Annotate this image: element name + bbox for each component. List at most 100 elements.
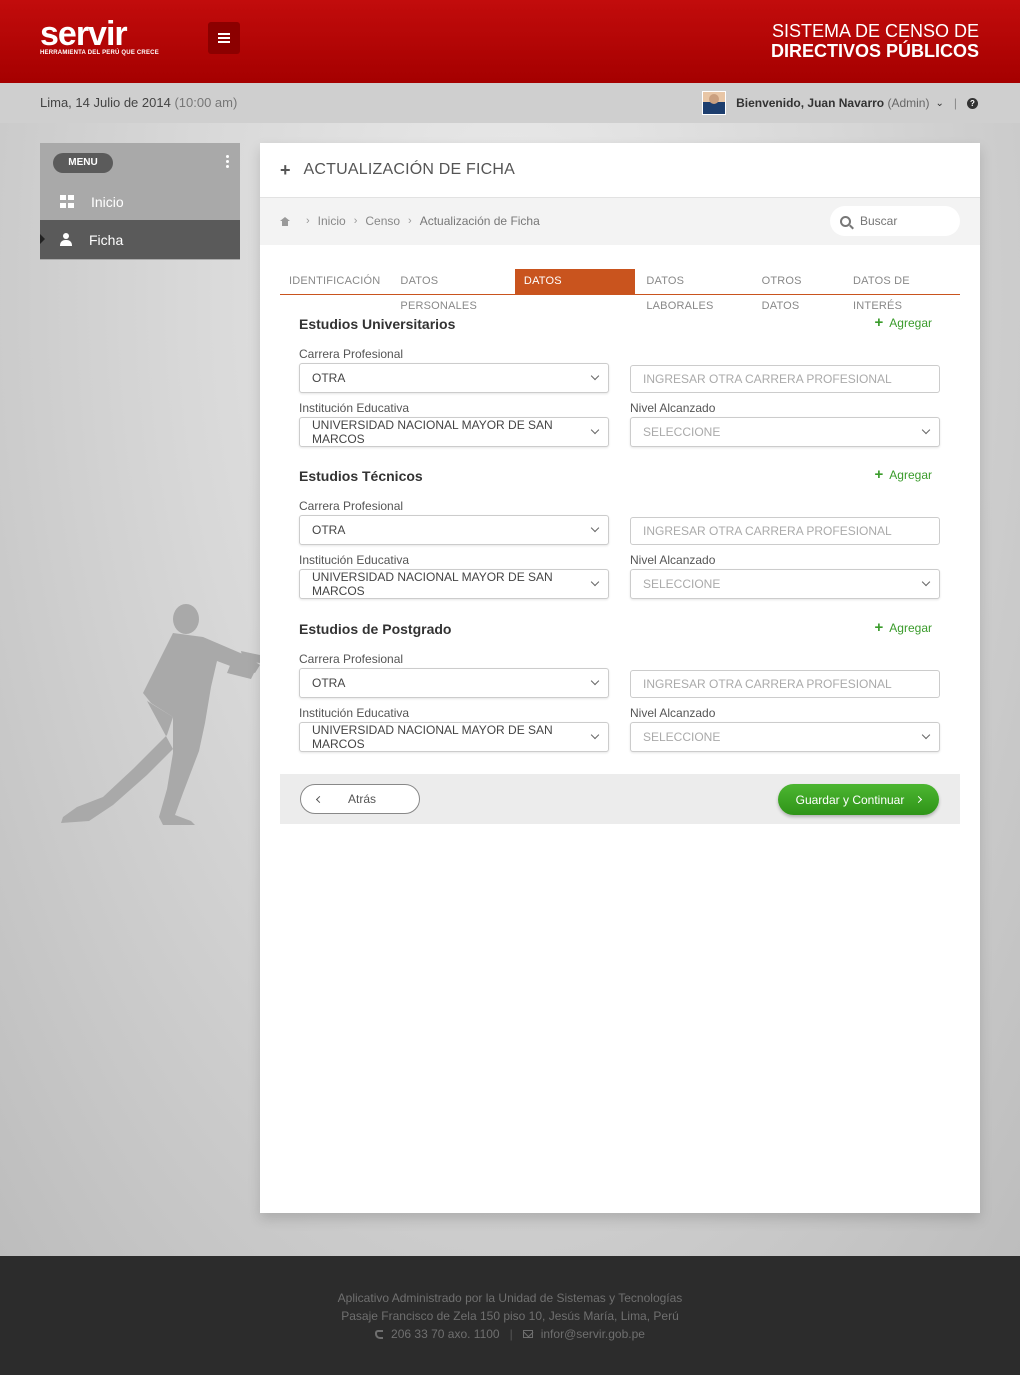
institucion-select[interactable]: UNIVERSIDAD NACIONAL MAYOR DE SAN MARCOS [299, 569, 609, 599]
back-button[interactable]: Atrás [300, 784, 420, 814]
breadcrumb-inicio[interactable]: Inicio [318, 214, 346, 228]
info-bar: Lima, 14 Julio de 2014 (10:00 am) Bienve… [0, 83, 1020, 123]
footer-separator: | [509, 1327, 513, 1341]
institucion-label: Institución Educativa [299, 706, 410, 720]
carrera-label: Carrera Profesional [299, 347, 404, 361]
chevron-down-icon [921, 577, 931, 587]
section-estudios-universitarios: Estudios Universitarios + Agregar Carrera… [299, 315, 940, 456]
select-value: OTRA [312, 523, 346, 537]
nivel-label: Nivel Alcanzado [630, 706, 716, 720]
breadcrumb: › Inicio › Censo › Actualización de Fich… [280, 214, 540, 228]
tab-bar: IDENTIFICACIÓN DATOS PERSONALES DATOS AC… [280, 269, 960, 312]
panel-header: + ACTUALIZACIÓN DE FICHA [260, 143, 980, 198]
sidebar-item-label: Inicio [91, 193, 124, 210]
institucion-select[interactable]: UNIVERSIDAD NACIONAL MAYOR DE SAN MARCOS [299, 722, 609, 752]
tab-datos-de-interes[interactable]: DATOS DE INTERÉS [844, 269, 958, 312]
breadcrumb-separator-icon: › [408, 215, 412, 227]
date-display: Lima, 14 Julio de 2014 (10:00 am) [40, 95, 237, 110]
sidebar-item-ficha[interactable]: Ficha [40, 220, 240, 259]
institucion-label: Institución Educativa [299, 401, 410, 415]
select-value: UNIVERSIDAD NACIONAL MAYOR DE SAN MARCOS [312, 723, 553, 751]
phone-icon [375, 1329, 384, 1339]
add-button[interactable]: + Agregar [875, 620, 932, 635]
divider: | [953, 96, 957, 110]
add-label: Agregar [889, 621, 932, 635]
add-label: Agregar [889, 468, 932, 482]
carrera-select[interactable]: OTRA [299, 668, 609, 698]
select-value: SELECCIONE [643, 577, 721, 591]
nivel-select[interactable]: SELECCIONE [630, 722, 940, 752]
chevron-down-icon [921, 730, 931, 740]
add-button[interactable]: + Agregar [875, 467, 932, 482]
main-panel: + ACTUALIZACIÓN DE FICHA › Inicio › Cens… [260, 143, 980, 1213]
more-vertical-icon[interactable] [226, 155, 229, 170]
user-icon [60, 233, 72, 246]
plus-icon: + [280, 159, 291, 180]
hamburger-menu-button[interactable] [208, 22, 240, 54]
footer-contact: 206 33 70 axo. 1100 | infor@servir.gob.p… [0, 1327, 1020, 1341]
otra-carrera-input[interactable]: INGRESAR OTRA CARRERA PROFESIONAL [630, 365, 940, 393]
help-icon[interactable]: ? [967, 97, 978, 109]
avatar [702, 91, 727, 115]
chevron-down-icon [921, 425, 931, 435]
breadcrumb-separator-icon: › [353, 215, 358, 227]
chevron-down-icon [590, 371, 600, 381]
sidebar-item-label: Ficha [89, 231, 124, 248]
footer: Aplicativo Administrado por la Unidad de… [0, 1256, 1020, 1375]
system-title-line2: DIRECTIVOS PÚBLICOS [770, 41, 979, 61]
section-title: Estudios de Postgrado [299, 621, 452, 637]
tab-datos-laborales[interactable]: DATOS LABORALES [637, 269, 750, 312]
carrera-select[interactable]: OTRA [299, 363, 609, 393]
user-role: (Admin) [887, 96, 930, 110]
breadcrumb-separator-icon: › [306, 215, 310, 227]
input-placeholder: INGRESAR OTRA CARRERA PROFESIONAL [643, 677, 892, 691]
top-header: servir HERRAMIENTA DEL PERÚ QUE CRECE SI… [0, 0, 1020, 83]
tab-datos-personales[interactable]: DATOS PERSONALES [391, 269, 513, 312]
search-input[interactable] [860, 214, 950, 228]
footer-address: Pasaje Francisco de Zela 150 piso 10, Je… [341, 1309, 679, 1323]
section-title: Estudios Universitarios [299, 316, 456, 332]
select-value: OTRA [312, 676, 346, 690]
chevron-down-icon[interactable]: ⌄ [935, 98, 943, 109]
tab-identificacion[interactable]: IDENTIFICACIÓN [280, 269, 389, 294]
add-label: Agregar [889, 316, 932, 330]
select-value: UNIVERSIDAD NACIONAL MAYOR DE SAN MARCOS [312, 570, 553, 598]
breadcrumb-censo[interactable]: Censo [365, 214, 400, 228]
search-box[interactable] [830, 206, 960, 236]
chevron-down-icon [590, 676, 600, 686]
otra-carrera-input[interactable]: INGRESAR OTRA CARRERA PROFESIONAL [630, 517, 940, 545]
footer-line1: Aplicativo Administrado por la Unidad de… [337, 1291, 683, 1305]
institucion-label: Institución Educativa [299, 553, 410, 567]
input-placeholder: INGRESAR OTRA CARRERA PROFESIONAL [643, 372, 892, 386]
section-estudios-tecnicos: Estudios Técnicos + Agregar Carrera Profe… [299, 467, 940, 608]
mail-icon [522, 1330, 533, 1338]
institucion-select[interactable]: UNIVERSIDAD NACIONAL MAYOR DE SAN MARCOS [299, 417, 609, 447]
home-icon[interactable] [280, 216, 290, 226]
nivel-select[interactable]: SELECCIONE [630, 417, 940, 447]
section-estudios-postgrado: Estudios de Postgrado + Agregar Carrera P… [299, 620, 940, 761]
footer-email[interactable]: infor@servir.gob.pe [541, 1327, 645, 1341]
nivel-label: Nivel Alcanzado [630, 401, 716, 415]
nivel-label: Nivel Alcanzado [630, 553, 716, 567]
servir-logo[interactable]: servir HERRAMIENTA DEL PERÚ QUE CRECE [40, 17, 159, 56]
page-title: ACTUALIZACIÓN DE FICHA [303, 161, 516, 178]
menu-label: MENU [53, 153, 113, 173]
tab-otros-datos[interactable]: OTROS DATOS [753, 269, 842, 312]
save-continue-button[interactable]: Guardar y Continuar [778, 784, 939, 815]
breadcrumb-bar: › Inicio › Censo › Actualización de Fich… [260, 198, 980, 245]
otra-carrera-input[interactable]: INGRESAR OTRA CARRERA PROFESIONAL [630, 670, 940, 698]
user-menu[interactable]: Bienvenido, Juan Navarro (Admin) ⌄ | ? [702, 91, 978, 115]
sidebar-item-inicio[interactable]: Inicio [40, 182, 240, 221]
logo-tagline: HERRAMIENTA DEL PERÚ QUE CRECE [40, 50, 159, 56]
form-action-bar: Atrás Guardar y Continuar [280, 774, 960, 824]
select-value: SELECCIONE [643, 425, 721, 439]
carrera-select[interactable]: OTRA [299, 515, 609, 545]
add-button[interactable]: + Agregar [875, 315, 932, 330]
select-value: UNIVERSIDAD NACIONAL MAYOR DE SAN MARCOS [312, 418, 553, 446]
nivel-select[interactable]: SELECCIONE [630, 569, 940, 599]
tab-datos-academicos[interactable]: DATOS ACADÉMICOS [514, 269, 636, 312]
logo-wordmark: servir [40, 15, 128, 53]
back-label: Atrás [348, 792, 377, 806]
select-value: OTRA [312, 371, 346, 385]
hamburger-icon [218, 37, 230, 39]
